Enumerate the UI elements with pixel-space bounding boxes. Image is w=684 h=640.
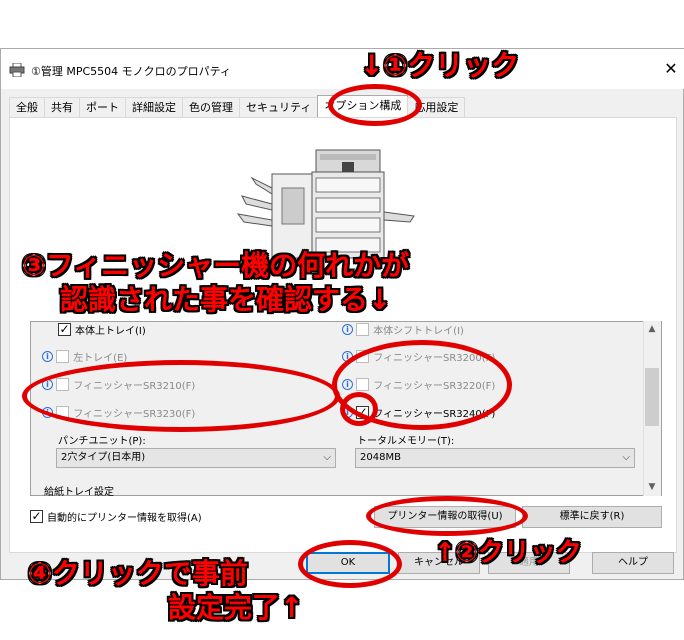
checkbox-main-upper-tray[interactable] <box>58 323 71 336</box>
total-memory-select[interactable]: 2048MB ⌵ <box>355 448 635 468</box>
title-bar: ①管理 MPC5504 モノクロのプロパティ ✕ <box>1 49 684 89</box>
annotation-step4-line1: ④クリックで事前 <box>28 557 248 590</box>
chevron-down-icon: ⌵ <box>323 452 331 463</box>
tab-sharing[interactable]: 共有 <box>44 97 80 117</box>
highlight-ring-get-info <box>366 496 528 536</box>
paper-tray-section-label: 給紙トレイ設定 <box>44 487 114 498</box>
checkbox-main-shift-tray[interactable] <box>356 323 370 336</box>
highlight-ring-left-finishers <box>22 360 340 432</box>
tab-security[interactable]: セキュリティ <box>239 97 319 117</box>
auto-get-info-option[interactable]: 自動的にプリンター情報を取得(A) <box>30 509 202 525</box>
highlight-ring-sr3240 <box>340 392 378 426</box>
info-icon: i <box>42 351 53 362</box>
highlight-ring-ok <box>298 540 402 588</box>
printer-icon <box>9 63 25 77</box>
option-main-upper-tray[interactable]: 本体上トレイ(I) <box>58 322 146 338</box>
info-icon: i <box>342 324 353 335</box>
option-main-shift-tray[interactable]: i 本体シフトトレイ(I) <box>342 322 464 338</box>
tab-color-management[interactable]: 色の管理 <box>182 97 240 117</box>
checkbox-auto-get-info[interactable] <box>30 510 43 523</box>
scroll-up-icon[interactable]: ▲ <box>645 322 659 336</box>
tab-general[interactable]: 全般 <box>9 97 45 117</box>
punch-unit-label: パンチユニット(P): <box>58 436 146 447</box>
annotation-step2: ↑②クリック <box>434 538 582 568</box>
annotation-step4-line2: 設定完了↑ <box>168 591 304 624</box>
annotation-step3-line2: 認識された事を確認する↓ <box>60 283 392 316</box>
scroll-thumb[interactable] <box>645 368 659 426</box>
total-memory-label: トータルメモリー(T): <box>357 436 455 447</box>
punch-unit-select[interactable]: 2穴タイプ(日本用) ⌵ <box>56 448 336 468</box>
window-title: ①管理 MPC5504 モノクロのプロパティ <box>31 65 231 78</box>
close-icon[interactable]: ✕ <box>661 59 681 79</box>
checkbox-left-tray[interactable] <box>56 350 70 363</box>
annotation-step1: ↓①クリック <box>360 49 520 82</box>
tab-ports[interactable]: ポート <box>79 97 126 117</box>
chevron-down-icon: ⌵ <box>622 452 630 463</box>
tab-advanced[interactable]: 詳細設定 <box>125 97 183 117</box>
annotation-step3-line1: ③フィニッシャー機の何れかが <box>22 249 410 282</box>
scroll-down-icon[interactable]: ▼ <box>645 480 659 494</box>
highlight-ring-option-tab <box>328 84 422 126</box>
reset-default-button[interactable]: 標準に戻す(R) <box>522 506 662 528</box>
help-button[interactable]: ヘルプ <box>592 552 674 574</box>
